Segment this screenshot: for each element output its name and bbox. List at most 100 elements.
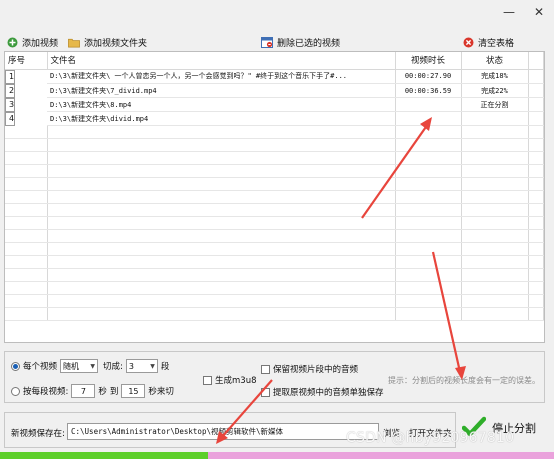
cell-empty [461,164,529,178]
cell-empty [461,216,529,230]
cell-status: 正在分割 [461,97,529,112]
cell-empty [395,216,462,230]
clear-icon [462,36,474,48]
delete-selected-button[interactable]: 删除已选的视频 [261,34,340,50]
cell-empty [461,255,529,269]
cell-status [461,111,529,126]
cell-empty [461,138,529,152]
cell-empty [461,151,529,165]
segments-select[interactable]: 3 ▼ [125,359,158,373]
header-duration[interactable]: 视频时长 [395,52,462,70]
cell-empty [528,307,544,321]
add-video-button[interactable]: 添加视频 [6,34,58,50]
cell-empty [528,255,544,269]
keep-audio-checkbox[interactable] [261,364,270,374]
segments-unit: 段 [160,362,170,372]
chevron-down-icon: ▼ [150,362,155,370]
watermark: CSDN @hby920967810 [346,430,515,446]
extract-audio-label: 提取原视频中的音频单独保存 [273,388,384,398]
cell-empty [461,203,529,217]
cell-empty [461,268,529,282]
header-empty [528,52,544,70]
cell-empty [528,229,544,243]
cell-status: 完成22% [461,83,529,98]
progress-bar [0,452,554,459]
empty-row [5,229,544,243]
delete-list-icon [261,36,273,48]
split-options-panel: 每个视频 随机 ▼ 切成: 3 ▼ 段 按每段视频: 7 秒 到 15 秒来切 生成… [4,351,545,403]
empty-row [5,190,544,204]
cell-status: 完成18% [461,69,529,84]
cell-duration [395,111,462,126]
table-row[interactable]: 2 D:\3\新建文件夹\7_divid.mp4 00:00:36.59 完成22% [5,83,544,98]
minimize-button[interactable]: — [494,0,524,24]
cell-filename: D:\3\新建文件夹\7_divid.mp4 [47,83,396,98]
cell-empty [5,281,48,295]
empty-row [5,138,544,152]
video-table[interactable]: 序号 文件名 视频时长 状态 1 D:\3\新建文件夹\ 一个人曾恋另一个人，另一… [4,51,545,343]
cell-empty [461,242,529,256]
keep-audio-label: 保留视频片段中的音频 [273,365,359,375]
empty-row [5,177,544,191]
cell-empty [395,255,462,269]
cell-empty [395,190,462,204]
cell-empty [47,203,396,217]
cell-empty [5,255,48,269]
cell-empty [461,190,529,204]
cell-empty [47,151,396,165]
cell-duration: 00:00:36.59 [395,83,462,98]
empty-row [5,307,544,321]
cell-empty [5,268,48,282]
mode-select[interactable]: 随机 ▼ [60,359,99,373]
cell-index: 3 [5,97,16,112]
cell-empty [395,177,462,191]
to-label: 到 [109,387,119,397]
save-path-label: 新视频保存在: [11,429,65,439]
add-video-label: 添加视频 [22,38,59,49]
cell-empty [395,151,462,165]
clear-table-button[interactable]: 清空表格 [462,34,514,50]
cell-empty [5,138,48,152]
cell-empty [528,111,544,126]
cell-empty [47,177,396,191]
cell-empty [528,138,544,152]
header-filename[interactable]: 文件名 [47,52,396,70]
by-seconds-radio[interactable] [11,386,20,396]
cell-empty [395,294,462,308]
clear-table-label: 清空表格 [478,38,515,49]
m3u8-checkbox[interactable] [203,375,212,385]
cell-empty [47,190,396,204]
cell-empty [5,307,48,321]
seconds-to-input[interactable]: 15 [121,384,146,398]
header-index[interactable]: 序号 [5,52,48,70]
close-button[interactable]: ✕ [524,0,554,24]
table-row[interactable]: 1 D:\3\新建文件夹\ 一个人曾恋另一个人，另一个会感觉到吗？" #终于到这个… [5,69,544,84]
empty-row [5,255,544,269]
cell-empty [528,294,544,308]
extract-audio-checkbox[interactable] [261,387,270,397]
save-path-input[interactable]: C:\Users\Administrator\Desktop\视频剪辑软件\新媒… [67,423,379,440]
per-video-radio[interactable] [11,361,20,371]
cell-empty [47,164,396,178]
empty-row [5,268,544,282]
hint-text: 提示：分割后的视频长度会有一定的误差。 [388,376,540,385]
seconds-from-input[interactable]: 7 [71,384,96,398]
cell-empty [47,307,396,321]
cell-empty [5,203,48,217]
cell-empty [461,294,529,308]
cell-empty [528,164,544,178]
cell-empty [47,216,396,230]
add-folder-button[interactable]: 添加视频文件夹 [68,34,147,50]
header-status[interactable]: 状态 [461,52,529,70]
cell-filename: D:\3\新建文件夹\ 一个人曾恋另一个人，另一个会感觉到吗？" #终于到这个音… [47,69,396,84]
table-row[interactable]: 4 D:\3\新建文件夹\divid.mp4 [5,111,544,126]
cell-empty [47,125,396,139]
cell-empty [528,151,544,165]
empty-row [5,216,544,230]
cell-empty [47,294,396,308]
cell-empty [47,255,396,269]
by-seconds-label: 按每段视频: [23,387,69,397]
cell-empty [461,281,529,295]
table-row[interactable]: 3 D:\3\新建文件夹\8.mp4 正在分割 [5,97,544,112]
cell-duration: 00:00:27.90 [395,69,462,84]
